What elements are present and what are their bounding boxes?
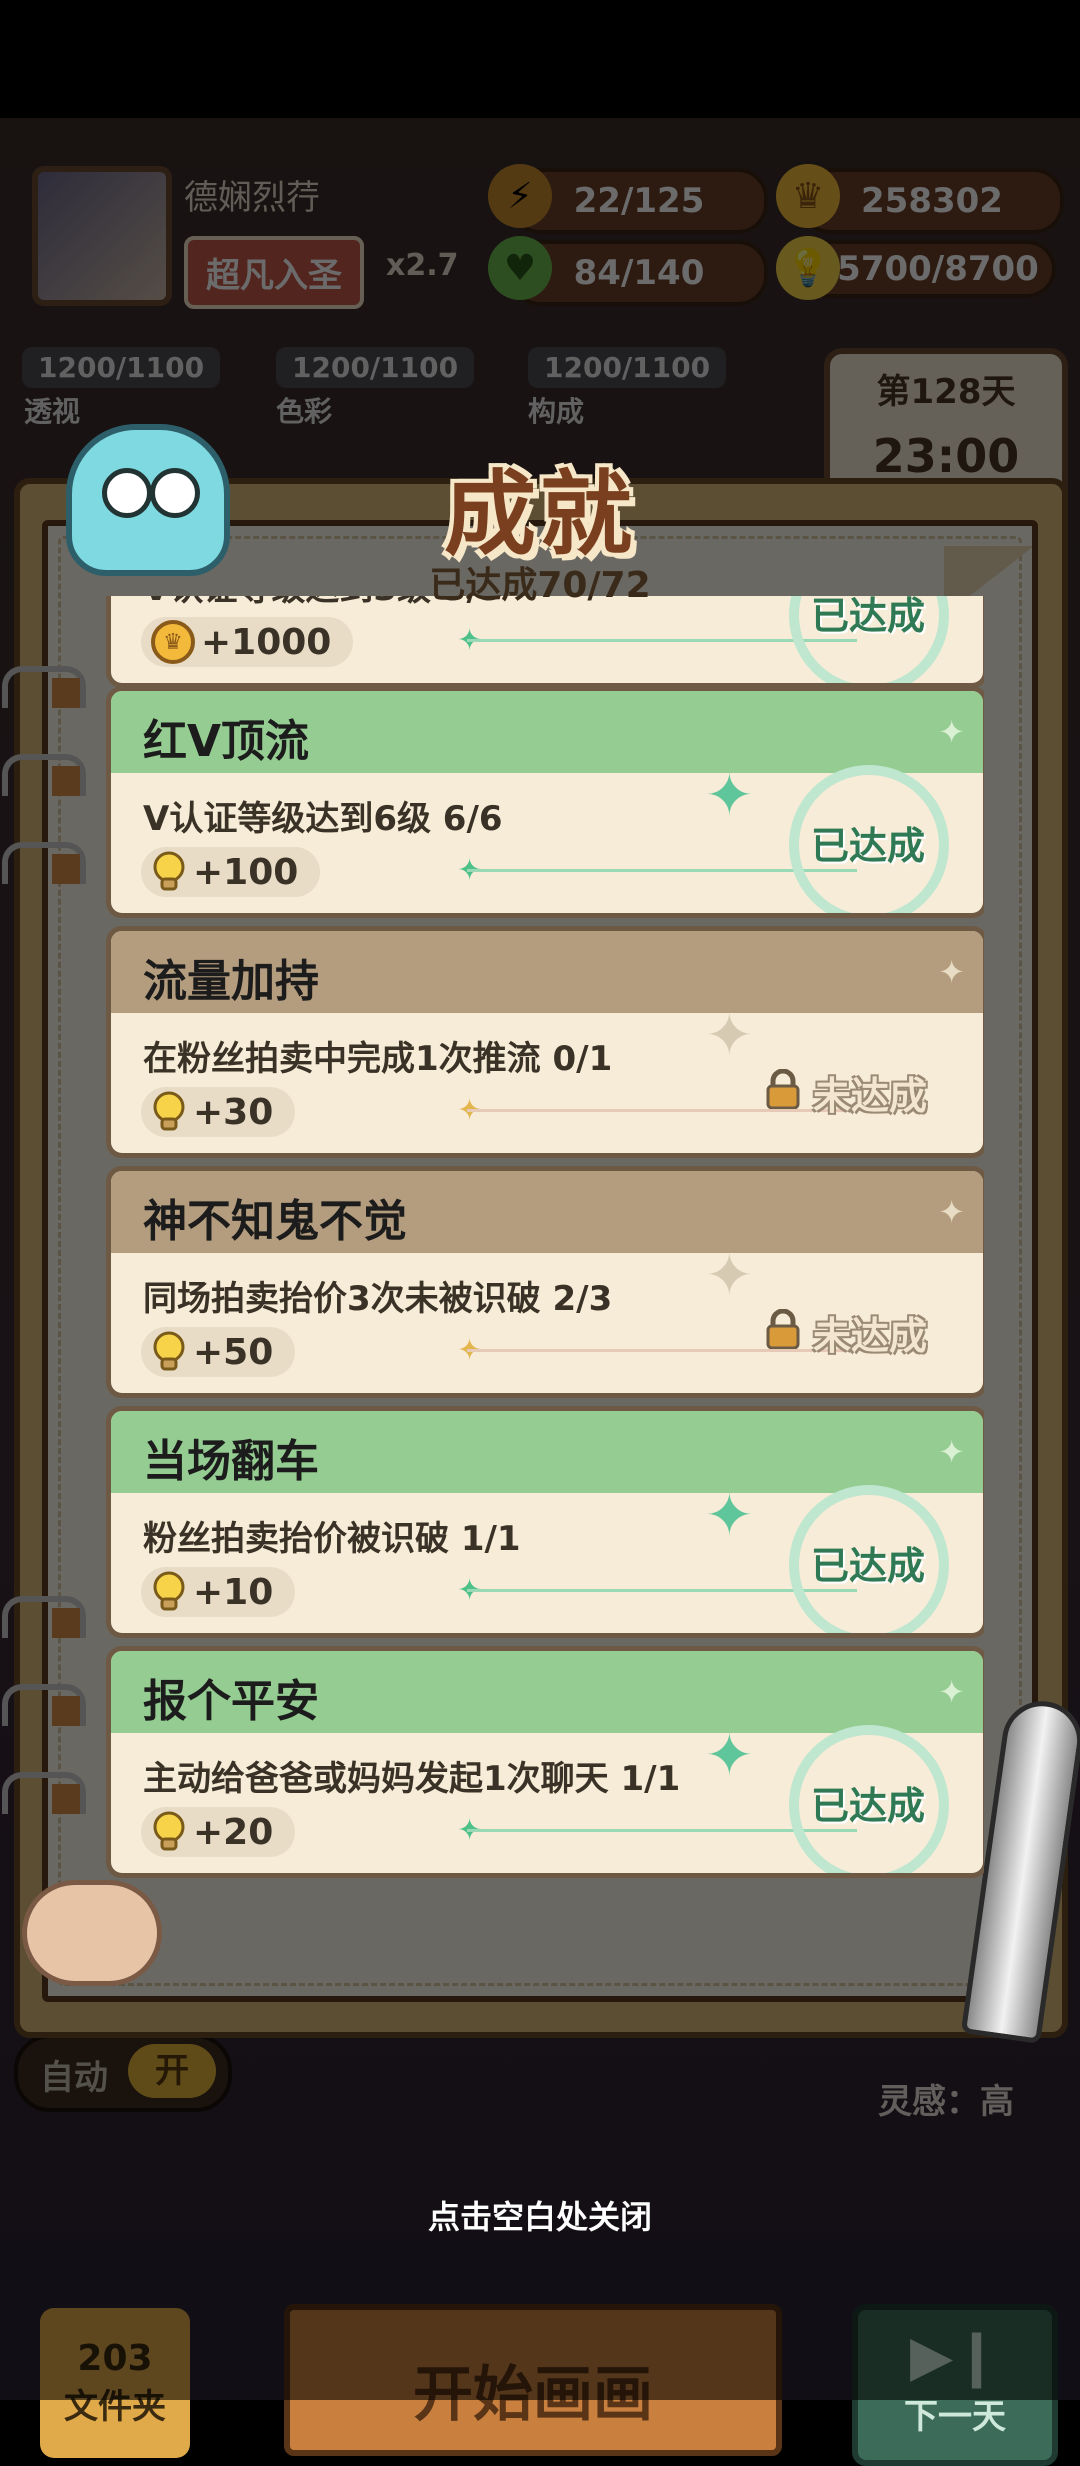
day-label: 第128天: [876, 372, 1016, 412]
achievement-desc: V认证等级达到6级 6/6: [143, 799, 503, 839]
skill-value: 1200/1100: [22, 346, 221, 388]
achievement-name: 报个平安: [143, 1676, 319, 1727]
health-value: 84/140: [573, 253, 705, 293]
inspiration-level: 灵感：高: [878, 2082, 1014, 2122]
sparkle-icon: ✦: [938, 1193, 965, 1231]
achievement-reward: +30: [141, 1087, 296, 1137]
reward-amount: +10: [193, 1571, 274, 1613]
bulb-icon: [151, 1811, 187, 1853]
coin-value: 258302: [861, 181, 1003, 221]
sparkle-icon: ✦: [705, 1001, 754, 1069]
skill-composition: 1200/1100: [528, 342, 727, 392]
play-skip-icon: ▶❙: [910, 2324, 1000, 2389]
achievement-reward: +50: [141, 1327, 296, 1377]
skill-value: 1200/1100: [528, 346, 727, 388]
reward-amount: +30: [193, 1091, 274, 1133]
sparkle-icon: ✦: [705, 1241, 754, 1309]
achievement-desc: 主动给爸爸或妈妈发起1次聊天 1/1: [143, 1759, 681, 1799]
achievement-header: 报个平安 ✦: [111, 1651, 983, 1733]
achievement-name: 神不知鬼不觉: [143, 1196, 407, 1247]
start-painting-label: 开始画画: [413, 2360, 653, 2430]
lightning-icon: ⚡: [488, 164, 552, 228]
sparkle-icon: ✦: [938, 1433, 965, 1471]
achievement-name: 当场翻车: [143, 1436, 319, 1487]
achievement-status: 未达成: [813, 1314, 928, 1358]
bulb-icon: [151, 1571, 187, 1613]
next-day-button[interactable]: ▶❙ 下一天: [852, 2304, 1058, 2466]
achievement-card[interactable]: 红V顶流 ✦ V认证等级达到6级 6/6 ✦ ✦ +100 已达成: [106, 686, 984, 918]
progress-line: [467, 1109, 857, 1112]
sparkle-icon: ✦: [705, 1721, 754, 1789]
achievement-header: 流量加持 ✦: [111, 931, 983, 1013]
achievement-card[interactable]: 流量加持 ✦ 在粉丝拍卖中完成1次推流 0/1 ✦ ✦ +30 未达成: [106, 926, 984, 1158]
energy-value: 22/125: [573, 181, 705, 221]
reward-amount: +1000: [201, 621, 332, 663]
achievement-reward: +20: [141, 1807, 296, 1857]
auto-label: 自动: [40, 2058, 108, 2098]
sparkle-icon: ✦: [938, 713, 965, 751]
skill-label: 构成: [528, 395, 585, 428]
folder-label: 文件夹: [64, 2387, 166, 2427]
progress-line: [467, 1349, 857, 1352]
bulb-icon: [151, 1331, 187, 1373]
achievement-status: 已达成: [811, 824, 926, 868]
sparkle-icon: ✦: [938, 953, 965, 991]
auto-state: 开: [128, 2044, 216, 2098]
achievement-name: 流量加持: [143, 956, 319, 1007]
start-painting-button[interactable]: 开始画画: [284, 2304, 782, 2456]
auto-toggle[interactable]: 自动 开: [14, 2034, 232, 2112]
skill-label: 透视: [24, 395, 81, 428]
achievement-status: 未达成: [813, 1074, 928, 1118]
achievement-header: 红V顶流 ✦: [111, 691, 983, 773]
achievement-desc: 同场拍卖抬价3次未被识破 2/3: [143, 1279, 613, 1319]
player-name: 德娴烈荇: [184, 178, 320, 218]
sparkle-icon: ✦: [938, 1673, 965, 1711]
skill-label: 色彩: [276, 395, 333, 428]
achievement-desc: 粉丝拍卖抬价被识破 1/1: [143, 1519, 521, 1559]
inspiration-value: 5700/8700: [837, 249, 1039, 289]
achievement-status: 已达成: [811, 1544, 926, 1588]
close-hint[interactable]: 点击空白处关闭: [0, 2192, 1080, 2238]
lock-icon: [766, 1069, 800, 1109]
folder-count: 203: [77, 2338, 153, 2379]
achievement-card[interactable]: 神不知鬼不觉 ✦ 同场拍卖抬价3次未被识破 2/3 ✦ ✦ +50 未达成: [106, 1166, 984, 1398]
achievement-reward: ♛ +1000: [141, 617, 354, 667]
reward-amount: +20: [193, 1811, 274, 1853]
reward-amount: +100: [193, 851, 299, 893]
achievement-reward: +10: [141, 1567, 296, 1617]
heart-icon: ♥: [488, 236, 552, 300]
achievement-card[interactable]: 报个平安 ✦ 主动给爸爸或妈妈发起1次聊天 1/1 ✦ ✦ +20 已达成: [106, 1646, 984, 1878]
skill-color: 1200/1100: [276, 342, 475, 392]
lock-icon: [766, 1309, 800, 1349]
achievement-header: 当场翻车 ✦: [111, 1411, 983, 1493]
player-avatar[interactable]: [32, 166, 172, 306]
ghost-mascot-icon: [66, 424, 230, 576]
skill-value: 1200/1100: [276, 346, 475, 388]
achievement-card[interactable]: 当场翻车 ✦ 粉丝拍卖抬价被识破 1/1 ✦ ✦ +10 已达成: [106, 1406, 984, 1638]
achievement-reward: +100: [141, 847, 321, 897]
multiplier: x2.7: [386, 248, 459, 283]
next-day-label: 下一天: [904, 2397, 1006, 2437]
rank-badge: 超凡入圣: [184, 236, 364, 309]
folder-button[interactable]: 203 文件夹: [40, 2308, 190, 2458]
sparkle-icon: ✦: [705, 761, 754, 829]
bulb-icon: 💡: [776, 236, 840, 300]
skill-perspective: 1200/1100: [22, 342, 221, 392]
reward-amount: +50: [193, 1331, 274, 1373]
achievement-list[interactable]: 蓝V认证✦V认证等级达到3级 3/3✦✦♛+1000已达成红V顶流 ✦ V认证等级达…: [106, 596, 984, 1916]
achievement-status: 已达成: [811, 1784, 926, 1828]
achievement-header: 神不知鬼不觉 ✦: [111, 1171, 983, 1253]
bulb-icon: [151, 851, 187, 893]
achievement-name: 红V顶流: [143, 716, 310, 767]
achievement-card[interactable]: 蓝V认证✦V认证等级达到3级 3/3✦✦♛+1000已达成: [106, 596, 984, 688]
achievement-desc: 在粉丝拍卖中完成1次推流 0/1: [143, 1039, 613, 1079]
sparkle-icon: ✦: [705, 1481, 754, 1549]
bulb-icon: [151, 1091, 187, 1133]
coin-icon: ♛: [776, 164, 840, 228]
coin-icon: ♛: [151, 620, 195, 664]
